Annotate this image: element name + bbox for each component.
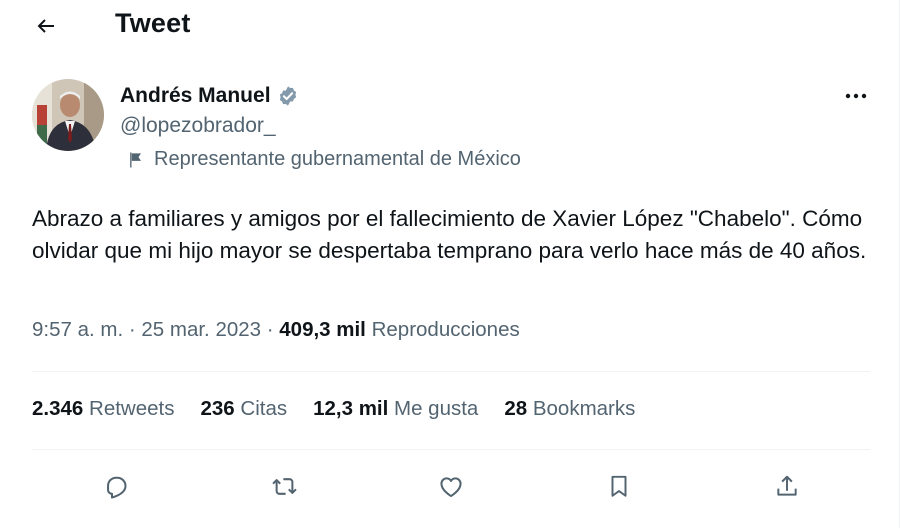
divider	[32, 371, 870, 372]
avatar-image	[32, 79, 104, 151]
bookmark-button[interactable]	[599, 463, 639, 509]
action-bar	[0, 463, 900, 509]
reply-button[interactable]	[96, 463, 136, 509]
bookmark-icon	[611, 475, 627, 497]
government-label[interactable]: Representante gubernamental de México	[126, 148, 521, 171]
retweet-icon	[271, 477, 297, 495]
like-button[interactable]	[431, 463, 471, 509]
bookmarks-stat[interactable]: 28 Bookmarks	[504, 397, 635, 421]
avatar[interactable]	[32, 79, 104, 151]
retweet-button[interactable]	[264, 463, 304, 509]
quotes-label: Citas	[234, 397, 288, 420]
back-button[interactable]	[26, 6, 66, 46]
bookmarks-count: 28	[504, 397, 528, 420]
share-icon	[777, 475, 797, 496]
share-button[interactable]	[767, 463, 807, 509]
arrow-left-icon	[37, 19, 54, 33]
likes-count: 12,3 mil	[313, 397, 389, 420]
more-options-button[interactable]	[838, 84, 874, 108]
quotes-stat[interactable]: 236 Citas	[200, 397, 287, 421]
tweet-timestamp[interactable]: 9:57 a. m. · 25 mar. 2023 ·	[32, 318, 279, 341]
reply-icon	[106, 476, 127, 499]
flag-icon	[130, 152, 141, 167]
tweet-meta: 9:57 a. m. · 25 mar. 2023 · 409,3 mil Re…	[32, 318, 520, 342]
likes-stat[interactable]: 12,3 mil Me gusta	[313, 397, 478, 421]
likes-label: Me gusta	[388, 397, 479, 420]
tweet-page: Tweet Andrés Manuel @lopezobrador_ Repre…	[0, 0, 900, 528]
verified-badge-icon	[279, 86, 296, 106]
views-count: 409,3 mil	[279, 318, 366, 341]
retweets-count: 2.346	[32, 397, 84, 420]
retweets-label: Retweets	[83, 397, 175, 420]
quotes-count: 236	[200, 397, 235, 420]
engagement-stats: 2.346 Retweets 236 Citas 12,3 mil Me gus…	[32, 397, 661, 421]
author-handle[interactable]: @lopezobrador_	[120, 114, 276, 138]
government-label-text: Representante gubernamental de México	[154, 148, 521, 170]
views-label: Reproducciones	[365, 318, 520, 341]
retweets-stat[interactable]: 2.346 Retweets	[32, 397, 174, 421]
more-horizontal-icon	[845, 93, 867, 99]
author-name[interactable]: Andrés Manuel	[120, 84, 299, 108]
tweet-text: Abrazo a familiares y amigos por el fall…	[32, 206, 867, 263]
page-title: Tweet	[115, 8, 191, 38]
divider	[32, 449, 870, 450]
like-icon	[440, 476, 462, 497]
header: Tweet	[0, 0, 899, 50]
author-display-name: Andrés Manuel	[120, 84, 271, 107]
bookmarks-label: Bookmarks	[527, 397, 636, 420]
